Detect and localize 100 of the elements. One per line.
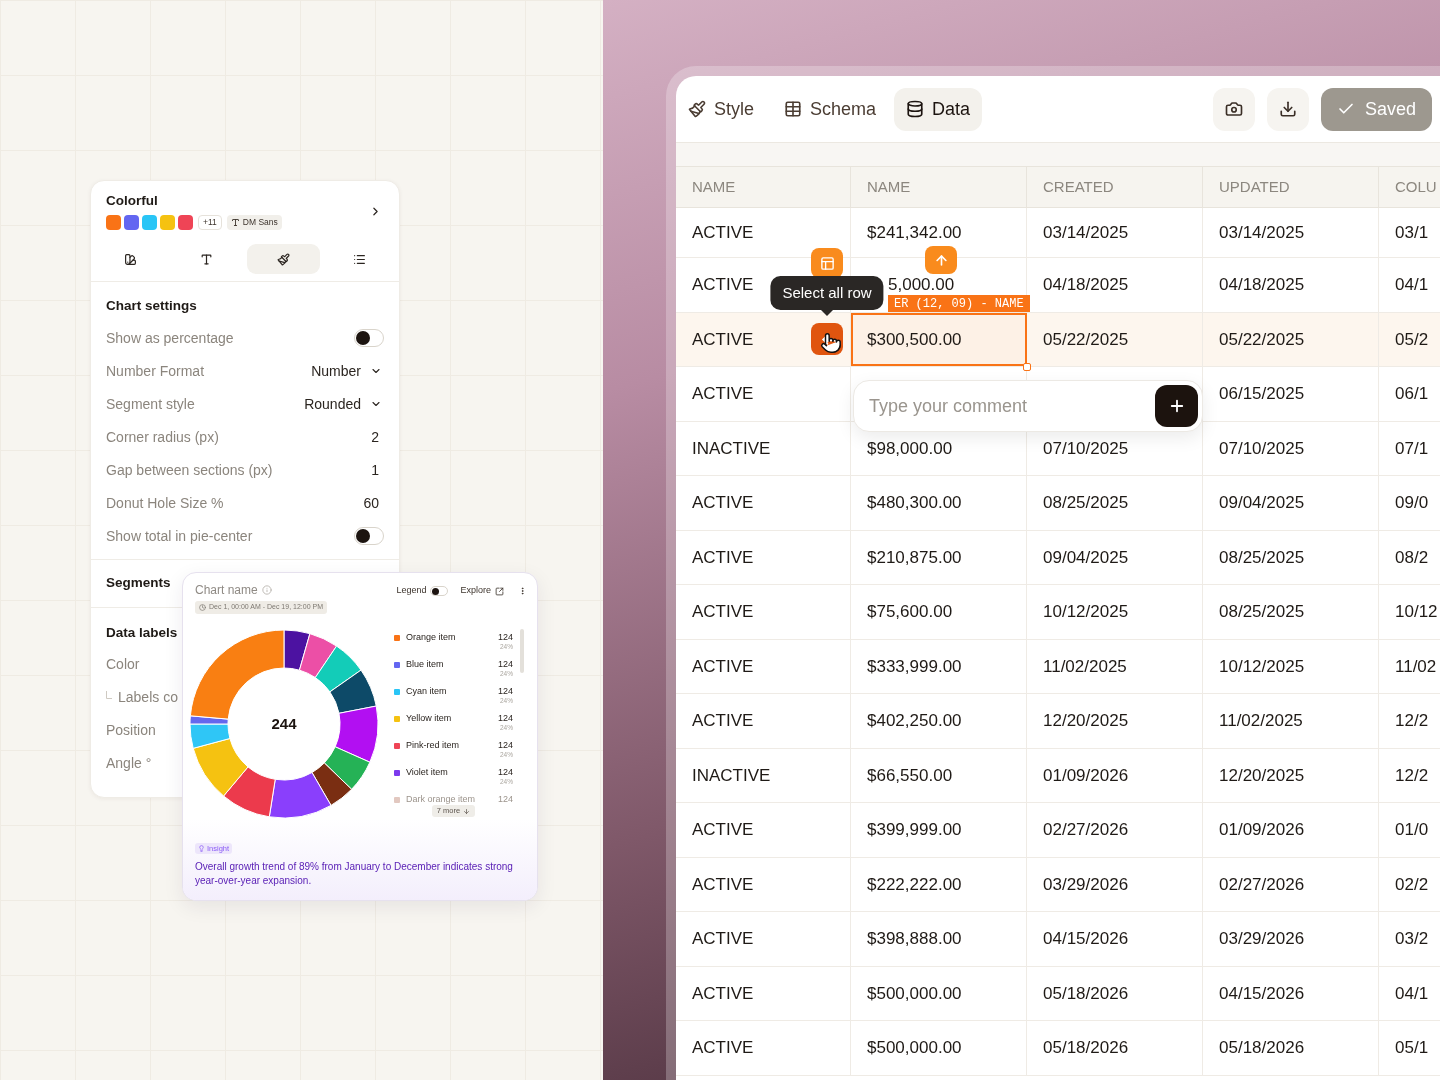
legend-value: 124 [497,630,513,644]
table-cell: 03/14/2025 [1203,208,1379,257]
legend-value: 124 [497,765,513,779]
table-cell: 01/09/2026 [1027,748,1203,802]
table-cell: 04/18/2025 [1203,258,1379,312]
column-header: NAME [676,167,851,207]
setting-value[interactable]: 60 [363,492,384,514]
toggle-switch[interactable] [354,527,384,545]
donut-slice [223,766,276,818]
table-cell: 03/14/2025 [1027,208,1203,257]
resize-handle[interactable] [1023,363,1031,371]
table-cell: 03/29/2026 [1027,857,1203,911]
dropdown-select[interactable]: Number [311,360,384,382]
insight-text: Overall growth trend of 89% from January to December indicates strong year-over-year expansion. [195,860,514,888]
table-row[interactable]: ACTIVE $210,875.00 09/04/2025 08/25/2025 08/2 [676,530,1440,585]
comment-field[interactable]: Type your comment [853,380,1203,432]
toolbar-tab[interactable]: Data [894,87,983,131]
font-name: DM Sans [242,216,278,229]
table-cell: $210,875.00 [851,530,1027,584]
setting-label: Color [106,655,140,674]
table-cell: 01/09/2026 [1203,803,1379,857]
table-cell: 10/12/2025 [1203,639,1379,693]
table-cell: 12/2 [1379,694,1440,748]
panel-tab[interactable] [247,244,320,274]
legend-label: Dark orange item [406,792,476,806]
section-heading: Data labels [106,624,179,641]
table-view-button[interactable] [811,248,843,278]
download-button[interactable] [1266,87,1309,131]
table-row[interactable]: ACTIVE $399,999.00 02/27/2026 01/09/2026 01/0 [676,803,1440,858]
table-cell: 11/02/2025 [1203,694,1379,748]
column-header: CREATED [1027,167,1203,207]
table-cell: 06/1 [1379,367,1440,421]
setting-label: Show as percentage [106,328,234,348]
table-cell: ACTIVE [676,476,851,530]
setting-label: Position [106,721,156,740]
table-row[interactable]: ACTIVE $402,250.00 12/20/2025 11/02/2025 12/2 [676,694,1440,749]
selected-cell: $300,500.00 [851,312,1027,366]
setting-value[interactable]: 1 [371,459,384,481]
table-row[interactable]: ACTIVE $222,222.00 03/29/2026 02/27/2026 02/2 [676,857,1440,912]
table-cell: 09/04/2025 [1027,530,1203,584]
font-chip[interactable]: DM Sans [226,215,282,230]
hand-cursor-icon [820,331,842,355]
legend-label: Cyan item [406,684,447,698]
table-cell: 01/0 [1379,803,1440,857]
table-cell: 02/2 [1379,857,1440,911]
table-cell: 10/12 [1379,585,1440,639]
setting-label: Corner radius (px) [106,427,219,447]
explore-button[interactable]: Explore [460,584,504,598]
table-cell: ACTIVE [676,367,851,421]
table-cell: ACTIVE [676,530,851,584]
theme-name: Colorful [106,193,159,209]
table-cell: 08/25/2025 [1203,530,1379,584]
table-row[interactable]: ACTIVE $333,999.00 11/02/2025 10/12/2025 11/02 [676,639,1440,694]
table-row[interactable]: ACTIVE $241,342.00 03/14/2025 03/14/2025 03/1 [676,208,1440,258]
download-icon [1278,100,1297,118]
legend-value: 124 [497,711,513,725]
table-cell: 10/12/2025 [1027,585,1203,639]
table-row[interactable]: INACTIVE $66,550.00 01/09/2026 12/20/2025 12/2 [676,748,1440,803]
table-cell: 07/1 [1379,421,1440,475]
list-icon [353,252,367,266]
table-cell: 03/1 [1379,208,1440,257]
legend-label: Violet item [406,765,448,779]
table-cell: $222,222.00 [851,857,1027,911]
table-cell: 05/22/2025 [1203,312,1379,366]
external-link-icon [495,586,504,596]
section-heading: Segments [106,575,171,591]
legend-label: Yellow item [406,711,452,725]
table-row[interactable]: ACTIVE $480,300.00 08/25/2025 09/04/2025 09/0 [676,476,1440,531]
toolbar-tab[interactable]: Schema [772,87,889,131]
swatch-book-icon [123,252,137,266]
tooltip-pointer-icon [821,310,833,316]
setting-label: Number Format [106,361,205,381]
table-cell: 12/20/2025 [1203,748,1379,802]
setting-value[interactable]: 2 [371,426,384,448]
scrollbar[interactable] [520,629,524,673]
setting-label: Angle ° [106,754,152,773]
legend-value: 124 [497,738,513,752]
comment-input[interactable]: Type your comment [869,393,1155,419]
add-comment-button[interactable] [1155,385,1198,427]
donut-slice [323,746,371,790]
table-row[interactable]: ACTIVE $500,000.00 05/18/2026 05/18/2026 05/1 [676,1021,1440,1076]
more-colors-count[interactable]: +11 [198,215,222,230]
table-row[interactable]: ACTIVE $500,000.00 05/18/2026 04/15/2026 04/1 [676,966,1440,1021]
table-cell: 05/18/2026 [1203,1021,1379,1075]
table-cell: 12/2 [1379,748,1440,802]
legend-label: Orange item [406,630,456,644]
toggle-switch[interactable] [430,586,449,596]
camera-button[interactable] [1212,87,1255,131]
table-row[interactable]: ACTIVE $398,888.00 04/15/2026 03/29/2026 03/2 [676,912,1440,967]
toolbar-tab[interactable]: Style [676,87,767,131]
camera-icon [1224,100,1243,118]
table-cell: $500,000.00 [851,966,1027,1020]
table-cell: 05/18/2026 [1027,966,1203,1020]
toggle-switch[interactable] [354,329,384,347]
table-row[interactable]: ACTIVE $300,500.00 05/22/2025 05/22/2025 05/2 [676,312,1440,367]
table-row[interactable]: ACTIVE $75,600.00 10/12/2025 08/25/2025 10/12 [676,585,1440,640]
table-cell: 05/2 [1379,312,1440,366]
dropdown-select[interactable]: Rounded [304,393,384,415]
table-cell: ACTIVE [676,966,851,1020]
table-icon [784,100,803,118]
